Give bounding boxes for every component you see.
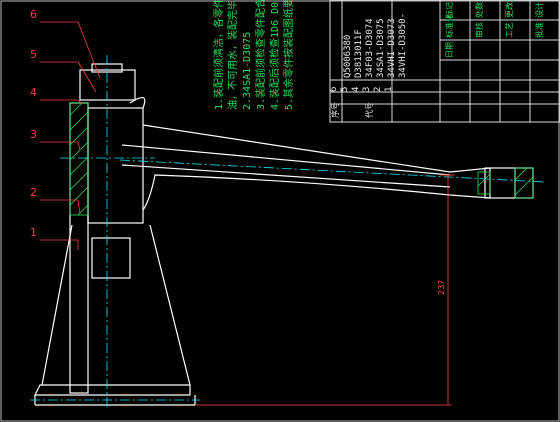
bracket-assembly bbox=[34, 63, 534, 406]
callout-number: 5 bbox=[30, 48, 37, 61]
callout-leader bbox=[77, 199, 81, 215]
callout-number: 1 bbox=[30, 226, 37, 239]
bom-row-no: 4 bbox=[351, 87, 361, 92]
technical-note: 1.装配前须清洁，各零件须清洗 bbox=[212, 0, 225, 110]
dimension-label: 237 bbox=[437, 280, 446, 295]
callout-number: 3 bbox=[30, 128, 37, 141]
technical-note: 油，不可用水，装配完毕须清洗 bbox=[226, 0, 239, 110]
section-hatching bbox=[69, 102, 534, 216]
technical-note: 3.装配前须检查零件配合尺寸 bbox=[254, 0, 267, 110]
bom-header-code: 代号 bbox=[364, 102, 374, 118]
cad-drawing: 6 Q5006380 5 D3813011F 4 34F03-D3074 3 34SA1-D3… bbox=[0, 0, 560, 422]
callout-number: 2 bbox=[30, 186, 37, 199]
technical-note: 5.其余零件按装配图纸要求执行 bbox=[282, 0, 295, 110]
title-block-label: 批准 bbox=[534, 22, 544, 38]
callout-number: 4 bbox=[30, 86, 37, 99]
title-block-label: 更改文件号 bbox=[504, 0, 514, 18]
technical-notes: 1.装配前须清洁，各零件须清洗 油，不可用水，装配完毕须清洗 2.34SA1-D30… bbox=[212, 0, 295, 110]
callout-leader bbox=[77, 141, 81, 151]
bom-row-code: 34F03-D3074 bbox=[365, 18, 375, 78]
title-block-label: 审核 bbox=[474, 22, 484, 38]
bom-row-code: 34VHI-D3050- bbox=[398, 13, 408, 78]
bom-row-code: Q5006380 bbox=[343, 35, 353, 78]
title-block-label: 处数 bbox=[474, 2, 484, 18]
title-block-label: 设计 bbox=[534, 2, 544, 18]
title-block-label: 工艺 bbox=[505, 22, 514, 38]
title-block-labels: 标记处数更改文件号设计标准化审核工艺批准日期 bbox=[444, 0, 544, 58]
bom-row-code: 34SA1-D3075 bbox=[376, 18, 386, 78]
callout-leader bbox=[77, 61, 97, 93]
technical-note: 4.装配后须检查1D6 D0 bbox=[268, 2, 281, 110]
bom-row-no: 5 bbox=[340, 87, 350, 92]
callout-number: 6 bbox=[30, 8, 37, 21]
dimension-237 bbox=[195, 174, 455, 406]
bom-row-no: 2 bbox=[373, 87, 383, 92]
bom-row-code: 34VHI-D3073 bbox=[387, 18, 397, 78]
bom-row-no: 1 bbox=[384, 87, 394, 92]
bom-row-no: 3 bbox=[362, 87, 372, 92]
bom-header-seq: 序号 bbox=[330, 102, 340, 118]
part-callouts: 6 5 4 3 2 1 bbox=[30, 8, 101, 250]
title-block-label: 标准化 bbox=[444, 14, 454, 38]
title-block-label: 日期 bbox=[445, 42, 454, 58]
bom-row-no: 6 bbox=[329, 87, 339, 92]
technical-note: 2.34SA1-D3075 bbox=[242, 32, 253, 110]
bom-row-code: D3813011F bbox=[354, 29, 364, 78]
